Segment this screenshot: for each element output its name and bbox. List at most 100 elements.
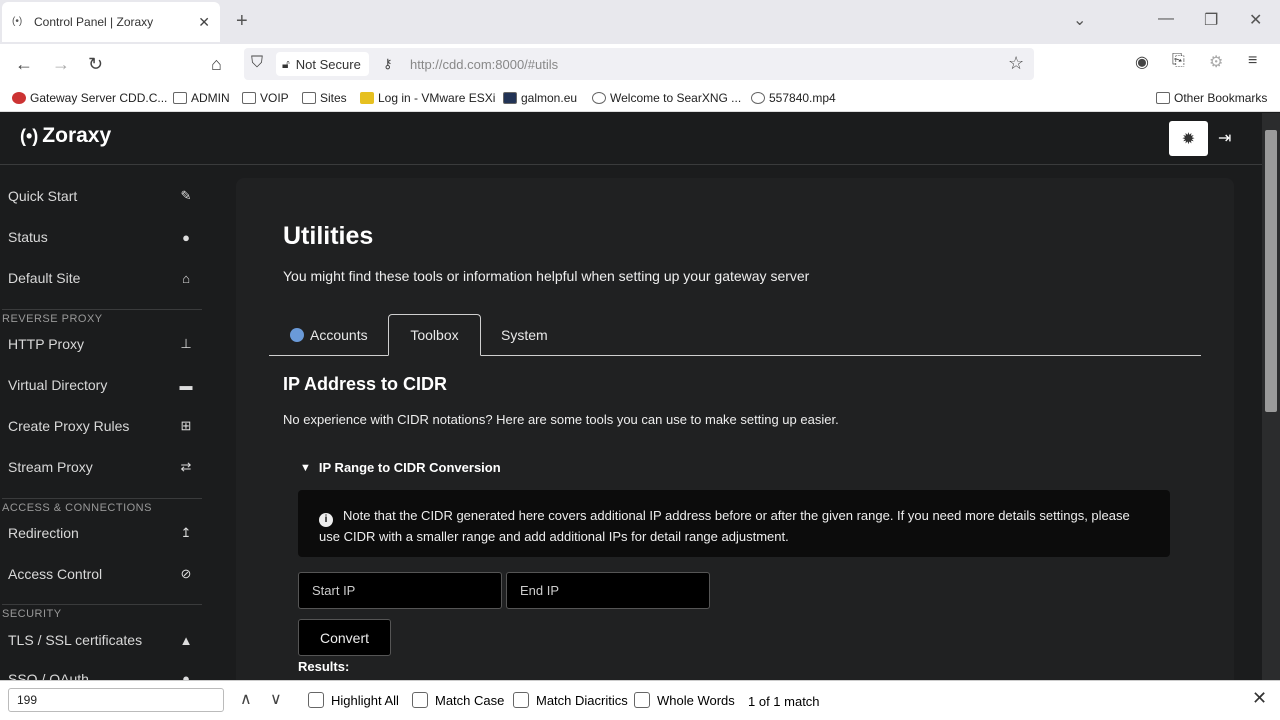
sidebar-item-access-control[interactable]: Access Control ⊘ xyxy=(8,566,194,582)
section-title: IP Address to CIDR xyxy=(283,374,448,394)
sun-icon: ✹ xyxy=(1181,130,1196,148)
reload-icon[interactable]: ↻ xyxy=(88,54,103,75)
find-close-icon[interactable]: ✕ xyxy=(1252,688,1267,709)
vmware-icon xyxy=(360,92,374,104)
bookmark-favicon-icon xyxy=(12,92,26,104)
window-close-icon[interactable]: ✕ xyxy=(1249,10,1262,30)
sidebar-item-label: Status xyxy=(8,229,48,245)
checkbox-box xyxy=(513,692,529,708)
bookmark-item[interactable]: Gateway Server CDD.C... xyxy=(12,91,167,105)
bookmark-item[interactable]: Welcome to SearXNG ... xyxy=(592,91,741,105)
whole-words-checkbox[interactable]: Whole Words xyxy=(634,692,735,708)
match-diacritics-checkbox[interactable]: Match Diacritics xyxy=(513,692,628,708)
bookmark-star-icon[interactable]: ☆ xyxy=(1008,53,1024,74)
tab-label: System xyxy=(501,327,548,343)
globe-icon xyxy=(751,92,765,104)
info-circle-icon: ● xyxy=(182,229,190,245)
find-input[interactable] xyxy=(8,688,224,712)
checkbox-box xyxy=(308,692,324,708)
sidebar-item-label: Create Proxy Rules xyxy=(8,418,130,434)
page-description: You might find these tools or informatio… xyxy=(283,268,810,284)
note-text: Note that the CIDR generated here covers… xyxy=(319,508,1130,544)
checkbox-box xyxy=(634,692,650,708)
sidebar-item-quick-start[interactable]: Quick Start ✎ xyxy=(8,188,194,204)
bookmark-item[interactable]: Log in - VMware ESXi xyxy=(360,91,495,105)
accordion-title: IP Range to CIDR Conversion xyxy=(318,460,501,475)
sidebar-item-stream-proxy[interactable]: Stream Proxy ⇄ xyxy=(8,459,194,475)
sidebar-item-tls-ssl[interactable]: TLS / SSL certificates ▲ xyxy=(8,632,194,648)
home-icon[interactable]: ⌂ xyxy=(211,54,222,75)
other-bookmarks[interactable]: Other Bookmarks xyxy=(1156,91,1267,105)
not-secure-label: Not Secure xyxy=(295,56,361,72)
accordion-ip-range[interactable]: ▼ IP Range to CIDR Conversion xyxy=(300,460,501,475)
bookmark-item[interactable]: 557840.mp4 xyxy=(751,91,836,105)
new-tab-icon[interactable]: + xyxy=(236,10,248,33)
minimize-icon[interactable]: — xyxy=(1158,10,1174,28)
bookmarks-bar: Gateway Server CDD.C... ADMIN VOIP Sites… xyxy=(0,86,1280,112)
folder-icon xyxy=(302,92,316,104)
sidebar-item-redirection[interactable]: Redirection ↥ xyxy=(8,525,194,541)
sidebar-item-http-proxy[interactable]: HTTP Proxy ⊥ xyxy=(8,336,194,352)
folder-icon: ▬ xyxy=(179,377,193,393)
bookmark-folder[interactable]: VOIP xyxy=(242,91,289,105)
tab-list-chevron-icon[interactable]: ⌄ xyxy=(1073,10,1086,30)
lock-icon: ▲ xyxy=(179,632,193,648)
page-title: Utilities xyxy=(283,222,374,250)
tab-accounts[interactable]: Accounts xyxy=(290,314,368,356)
home-icon: ⌂ xyxy=(182,270,190,286)
magic-wand-icon: ✎ xyxy=(180,188,192,203)
tab-label: Accounts xyxy=(310,327,368,343)
tab-label: Toolbox xyxy=(410,327,459,343)
bookmark-folder[interactable]: Sites xyxy=(302,91,347,105)
zoraxy-logo[interactable]: (•) Zoraxy xyxy=(20,124,111,148)
plus-square-icon: ⊞ xyxy=(180,418,192,433)
match-case-checkbox[interactable]: Match Case xyxy=(412,692,504,708)
back-arrow-icon[interactable]: ← xyxy=(15,54,33,75)
convert-button[interactable]: Convert xyxy=(298,619,391,656)
sidebar-item-virtual-directory[interactable]: Virtual Directory ▬ xyxy=(8,377,194,393)
extension-puzzle-icon[interactable]: ⚙ xyxy=(1209,52,1223,72)
scrollbar-thumb[interactable] xyxy=(1265,130,1277,412)
bookmark-item[interactable]: galmon.eu xyxy=(503,91,577,105)
url-text[interactable]: http://cdd.com:8000/#utils xyxy=(410,57,558,72)
sidebar-item-sso[interactable]: SSO / OAuth ● xyxy=(8,671,194,680)
sidebar-item-status[interactable]: Status ● xyxy=(8,229,194,245)
theme-toggle-button[interactable]: ✹ xyxy=(1169,121,1208,156)
sidebar-item-label: Virtual Directory xyxy=(8,377,108,393)
start-ip-input[interactable] xyxy=(298,572,502,609)
sidebar-item-label: Quick Start xyxy=(8,188,78,204)
sidebar-item-default-site[interactable]: Default Site ⌂ xyxy=(8,270,194,286)
sidebar-item-create-proxy-rules[interactable]: Create Proxy Rules ⊞ xyxy=(8,418,194,434)
shield-icon[interactable]: ⛉ xyxy=(251,54,263,72)
restore-icon[interactable]: ❐ xyxy=(1204,10,1218,30)
not-secure-indicator[interactable]: 🔓︎ Not Secure xyxy=(276,52,369,76)
account-icon[interactable]: ◉ xyxy=(1135,52,1149,72)
find-previous-icon[interactable]: ∧ xyxy=(240,689,252,709)
forward-arrow-icon[interactable]: → xyxy=(52,54,70,75)
logo-text: Zoraxy xyxy=(42,124,112,147)
section-description: No experience with CIDR notations? Here … xyxy=(283,412,839,427)
bookmark-folder[interactable]: ADMIN xyxy=(173,91,230,105)
sidebar-section-header: SECURITY xyxy=(2,604,202,620)
caret-down-icon: ▼ xyxy=(300,461,311,474)
sidebar-section-header: REVERSE PROXY xyxy=(2,309,202,325)
tab-close-icon[interactable]: ✕ xyxy=(198,14,210,31)
browser-tab[interactable]: (•) Control Panel | Zoraxy ✕ xyxy=(2,2,220,42)
results-label: Results: xyxy=(298,659,350,674)
tab-favicon-icon: (•) xyxy=(12,16,23,27)
end-ip-input[interactable] xyxy=(506,572,710,609)
sitemap-icon: ⊥ xyxy=(180,336,192,351)
tab-system[interactable]: System xyxy=(501,314,548,356)
highlight-all-checkbox[interactable]: Highlight All xyxy=(308,692,399,708)
folder-icon xyxy=(242,92,256,104)
find-next-icon[interactable]: ∨ xyxy=(270,689,282,709)
extensions-icon[interactable]: ⎘ xyxy=(1172,52,1185,70)
folder-icon xyxy=(173,92,187,104)
permissions-key-icon[interactable]: ⚷ xyxy=(383,56,393,72)
menu-icon[interactable]: ≡ xyxy=(1248,52,1257,70)
galmon-icon xyxy=(503,92,517,104)
tab-toolbox[interactable]: Toolbox xyxy=(388,314,481,356)
user-circle-icon xyxy=(290,328,304,342)
logout-icon[interactable]: ⇥ xyxy=(1218,128,1231,148)
sidebar-item-label: SSO / OAuth xyxy=(8,671,89,680)
